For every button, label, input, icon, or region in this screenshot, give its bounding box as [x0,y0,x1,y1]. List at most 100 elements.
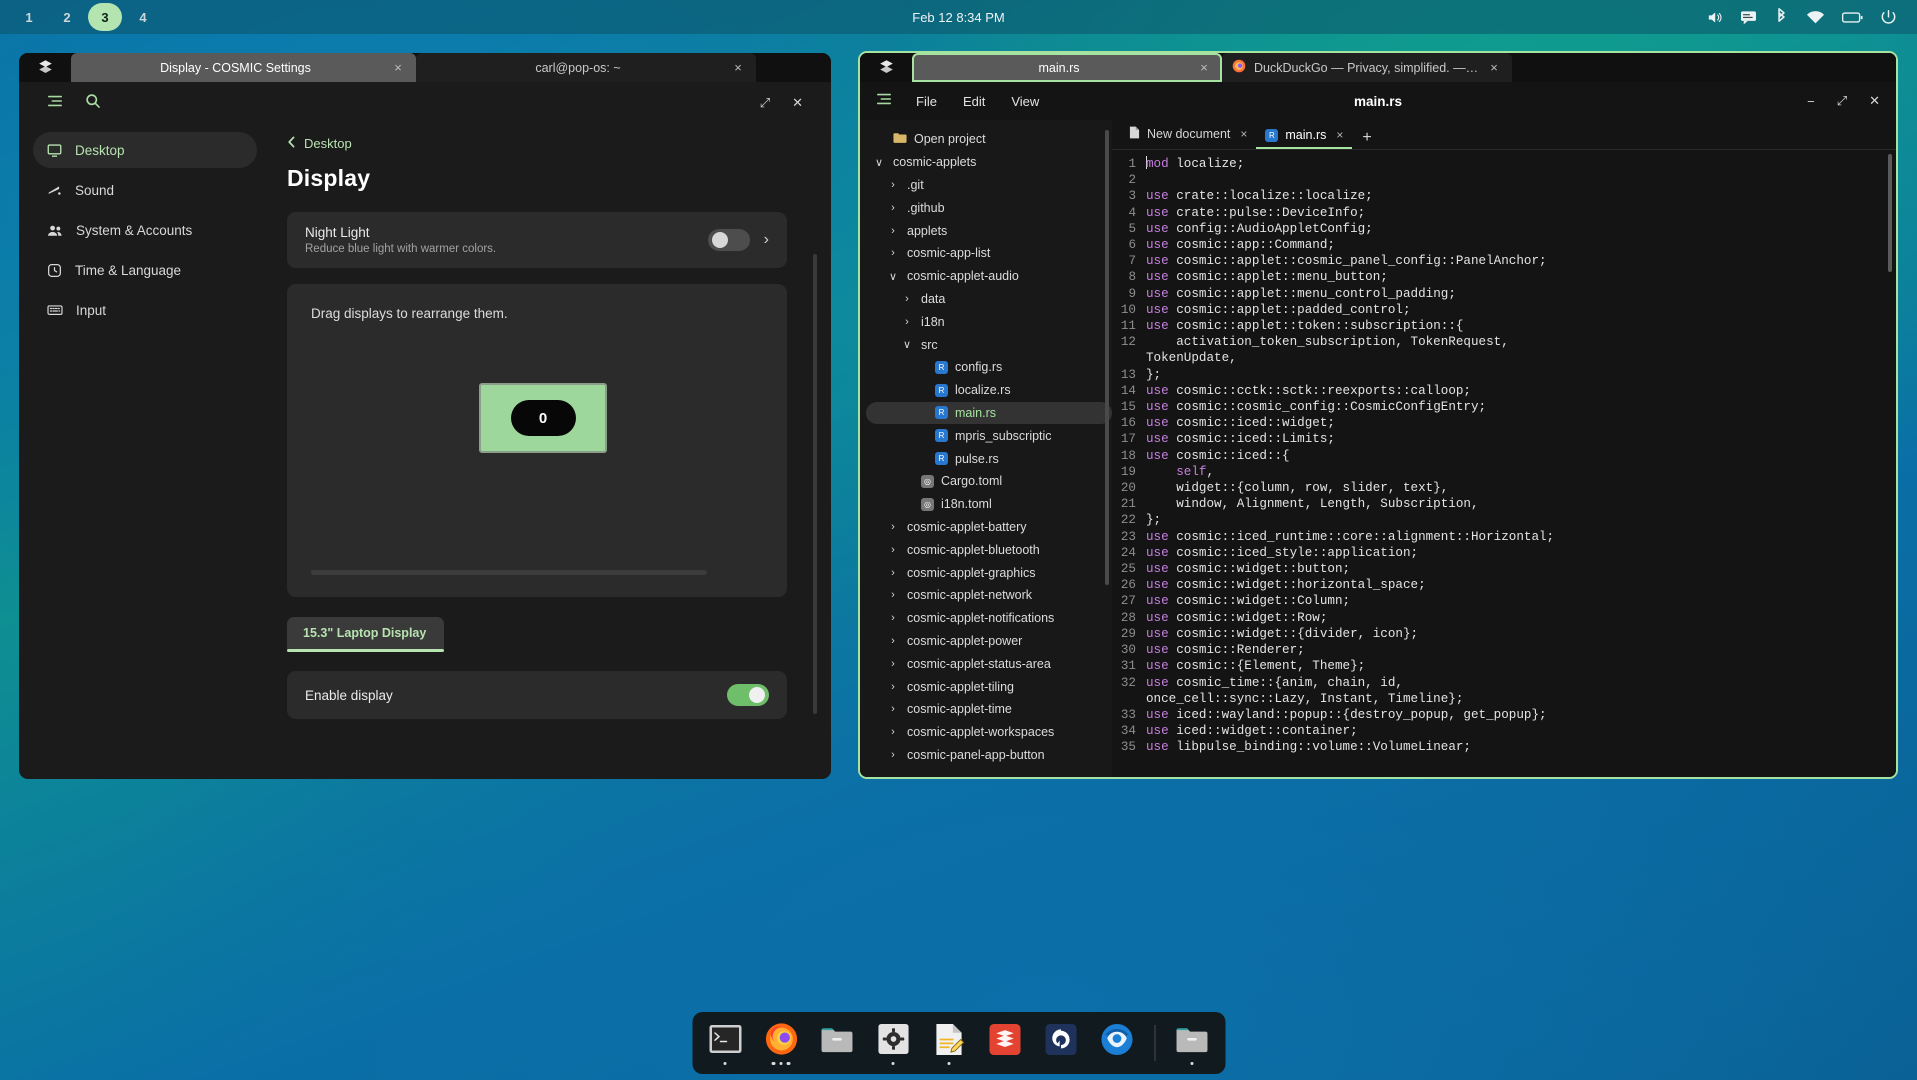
code-text[interactable]: use cosmic::cctk::sctk::reexports::callo… [1146,383,1896,399]
tree-node[interactable]: ›.github [866,196,1112,219]
chevron-right-icon[interactable]: › [886,726,900,738]
code-text[interactable]: use cosmic::iced_style::application; [1146,545,1896,561]
window-tab-firefox-close[interactable]: × [1486,60,1502,75]
code-text[interactable]: use cosmic::iced::widget; [1146,415,1896,431]
chevron-right-icon[interactable]: › [886,521,900,533]
sidebar-item-time-language[interactable]: Time & Language [33,252,257,288]
code-text[interactable]: once_cell::sync::Lazy, Instant, Timeline… [1146,691,1896,707]
tree-node[interactable]: Rconfig.rs [866,356,1112,379]
dock-item-firefox[interactable] [760,1020,802,1066]
editor-maximize-button[interactable]: ⤢ [1837,93,1847,109]
tree-node[interactable]: ›.git [866,174,1112,197]
clock[interactable]: Feb 12 8:34 PM [912,10,1005,25]
code-text[interactable]: TokenUpdate, [1146,350,1896,366]
dock-item-files[interactable] [816,1020,858,1066]
code-text[interactable]: use cosmic::applet::cosmic_panel_config:… [1146,253,1896,269]
volume-icon[interactable] [1706,9,1723,26]
code-text[interactable]: use cosmic::iced_runtime::core::alignmen… [1146,529,1896,545]
search-icon[interactable] [85,93,101,114]
sidebar-item-input[interactable]: Input [33,292,257,328]
chevron-right-icon[interactable]: › [886,567,900,579]
chevron-right-icon[interactable]: › [900,316,914,328]
enable-display-row[interactable]: Enable display [287,671,787,719]
enable-display-toggle[interactable] [727,684,769,706]
window-tab-mainrs-close[interactable]: × [1196,60,1212,75]
tree-node[interactable]: ◎Cargo.toml [866,470,1112,493]
display-arrangement-area[interactable]: Drag displays to rearrange them. 0 [287,284,787,597]
window-tab-terminal-close[interactable]: × [730,60,746,75]
code-editor[interactable]: 1mod localize;23use crate::localize::loc… [1112,150,1896,777]
tree-node[interactable]: Rmpris_subscriptic [866,424,1112,447]
chevron-right-icon[interactable]: › [886,544,900,556]
tree-node[interactable]: ›cosmic-applet-bluetooth [866,538,1112,561]
night-light-toggle[interactable] [708,229,750,251]
menu-view[interactable]: View [1011,94,1039,109]
editor-close-button[interactable]: ✕ [1869,93,1880,109]
editor-hamburger-icon[interactable] [876,92,892,111]
code-text[interactable]: use cosmic::widget::horizontal_space; [1146,577,1896,593]
code-text[interactable] [1146,172,1896,188]
code-text[interactable]: window, Alignment, Length, Subscription, [1146,496,1896,512]
doc-tab-mainrs-close[interactable]: × [1336,128,1343,142]
night-light-row[interactable]: Night Light Reduce blue light with warme… [287,212,787,268]
tree-node[interactable]: Open project [866,128,1112,151]
code-text[interactable]: use cosmic::widget::button; [1146,561,1896,577]
tree-node[interactable]: ›data [866,288,1112,311]
chevron-down-icon[interactable]: ∨ [886,270,900,283]
chevron-right-icon[interactable]: › [886,202,900,214]
tree-node[interactable]: ›i18n [866,310,1112,333]
code-text[interactable]: widget::{column, row, slider, text}, [1146,480,1896,496]
tree-node[interactable]: ∨cosmic-applets [866,151,1112,174]
tree-node[interactable]: Rmain.rs [866,402,1112,425]
chevron-down-icon[interactable]: ∨ [900,338,914,351]
file-tree-scrollbar[interactable] [1105,130,1109,585]
code-text[interactable]: }; [1146,367,1896,383]
hamburger-icon[interactable] [47,94,63,113]
workspace-1[interactable]: 1 [12,4,46,30]
sidebar-item-system-accounts[interactable]: System & Accounts [33,212,257,248]
code-text[interactable]: }; [1146,512,1896,528]
tree-node[interactable]: ∨cosmic-applet-audio [866,265,1112,288]
code-text[interactable]: use cosmic::widget::Column; [1146,593,1896,609]
tree-node[interactable]: ›applets [866,219,1112,242]
code-text[interactable]: use iced::wayland::popup::{destroy_popup… [1146,707,1896,723]
file-tree[interactable]: Open project∨cosmic-applets›.git›.github… [860,120,1112,777]
menu-edit[interactable]: Edit [963,94,985,109]
menu-file[interactable]: File [916,94,937,109]
wifi-icon[interactable] [1806,10,1825,24]
tree-node[interactable]: ›cosmic-applet-power [866,630,1112,653]
display-tab-laptop[interactable]: 15.3" Laptop Display [287,617,444,649]
doc-tab-new-document-close[interactable]: × [1240,127,1247,141]
doc-tab-mainrs[interactable]: R main.rs × [1256,123,1352,149]
doc-tab-new-document[interactable]: New document × [1120,121,1256,149]
chevron-right-icon[interactable]: › [886,749,900,761]
window-tab-mainrs[interactable]: main.rs × [912,53,1222,82]
code-text[interactable]: use cosmic::applet::menu_control_padding… [1146,286,1896,302]
tree-node[interactable]: ›cosmic-applet-notifications [866,607,1112,630]
code-text[interactable]: use cosmic::iced::{ [1146,448,1896,464]
code-text[interactable]: use cosmic::cosmic_config::CosmicConfigE… [1146,399,1896,415]
code-text[interactable]: use cosmic_time::{anim, chain, id, [1146,675,1896,691]
window-tab-firefox[interactable]: DuckDuckGo — Privacy, simplified. — Mozi… [1222,53,1512,82]
tree-node[interactable]: ◎i18n.toml [866,493,1112,516]
chevron-right-icon[interactable]: › [886,179,900,191]
code-text[interactable]: activation_token_subscription, TokenRequ… [1146,334,1896,350]
code-text[interactable]: use cosmic::Renderer; [1146,642,1896,658]
workspace-3[interactable]: 3 [88,3,122,31]
window-tab-terminal[interactable]: carl@pop-os: ~ × [416,53,756,82]
chevron-right-icon[interactable]: › [886,703,900,715]
settings-maximize-button[interactable]: ⤢ [760,95,770,111]
chevron-right-icon[interactable]: › [886,635,900,647]
tree-node[interactable]: ›cosmic-applet-battery [866,516,1112,539]
editor-minimize-button[interactable]: − [1807,94,1815,109]
workspace-switcher[interactable]: 1 2 3 4 [12,3,160,31]
dock-item-terminal[interactable] [704,1020,746,1066]
code-text[interactable]: use cosmic::iced::Limits; [1146,431,1896,447]
code-text[interactable]: use cosmic::applet::padded_control; [1146,302,1896,318]
tree-node[interactable]: ›cosmic-applet-workspaces [866,721,1112,744]
workspace-2[interactable]: 2 [50,4,84,30]
bluetooth-icon[interactable] [1774,8,1789,26]
chevron-right-icon[interactable]: › [886,247,900,259]
tree-node[interactable]: ›cosmic-applet-tiling [866,675,1112,698]
workspace-4[interactable]: 4 [126,4,160,30]
